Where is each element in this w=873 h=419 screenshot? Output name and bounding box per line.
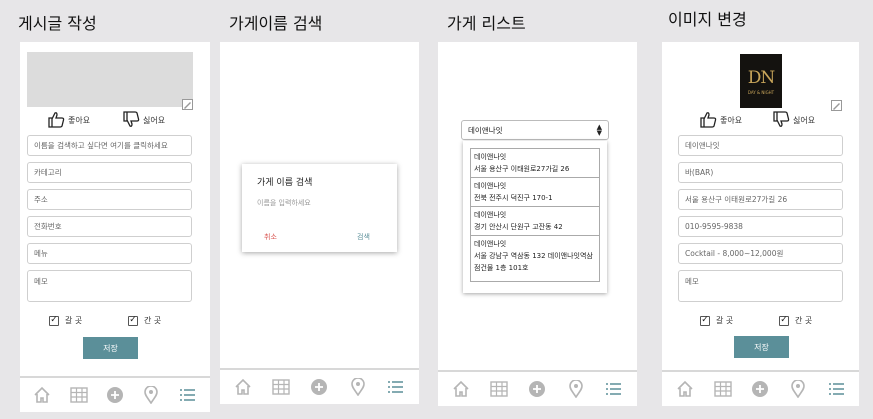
checkbox-want-to-go[interactable]: ✓ 갈 곳 bbox=[700, 315, 733, 326]
store-option[interactable]: 데이앤나잇 전북 전주시 덕진구 170-1 bbox=[471, 178, 599, 207]
select-arrows-icon: ▲ ▼ bbox=[596, 123, 602, 137]
add-icon[interactable] bbox=[308, 376, 330, 398]
list-screen: 데이앤나잇 ▲ ▼ 데이앤나잇 서울 용산구 이태원로27가길 26 데이앤나잇 … bbox=[438, 42, 637, 406]
memo-field[interactable]: 메모 bbox=[27, 270, 192, 302]
phone-field[interactable]: 010-9595-9838 bbox=[678, 216, 843, 237]
dislike-button[interactable]: 싫어요 bbox=[123, 111, 165, 130]
search-button[interactable]: 검색 bbox=[357, 232, 370, 242]
thumbs-down-icon bbox=[123, 111, 143, 130]
logo-text: DN bbox=[747, 67, 775, 88]
like-button[interactable]: 좋아요 bbox=[700, 111, 742, 130]
like-button[interactable]: 좋아요 bbox=[48, 111, 90, 130]
thumbs-up-icon bbox=[48, 111, 68, 130]
checkbox-label: 간 곳 bbox=[795, 316, 813, 325]
image-edit-screen: DN DAY & NIGHT 좋아요 싫어요 데이앤나잇 바(BAR) 서울 용… bbox=[662, 42, 859, 406]
grid-icon[interactable] bbox=[270, 376, 292, 398]
checkbox-label: 갈 곳 bbox=[65, 316, 83, 325]
list-icon[interactable] bbox=[603, 378, 625, 400]
store-option-address: 전북 전주시 덕진구 170-1 bbox=[474, 194, 553, 202]
dialog-title: 가게 이름 검색 bbox=[257, 178, 313, 188]
address-field[interactable]: 주소 bbox=[27, 189, 192, 210]
store-dropdown: 데이앤나잇 서울 용산구 이태원로27가길 26 데이앤나잇 전북 전주시 덕진… bbox=[463, 141, 607, 293]
map-pin-icon[interactable] bbox=[787, 378, 809, 400]
store-select[interactable]: 데이앤나잇 ▲ ▼ bbox=[461, 120, 609, 140]
store-option[interactable]: 데이앤나잇 경기 안산시 단원구 고잔동 42 bbox=[471, 207, 599, 236]
check-icon: ✓ bbox=[128, 315, 138, 326]
home-icon[interactable] bbox=[31, 384, 53, 406]
add-icon[interactable] bbox=[104, 384, 126, 406]
memo-field[interactable]: 메모 bbox=[678, 270, 843, 302]
name-input[interactable]: 이름을 입력하세요 bbox=[257, 198, 311, 208]
search-dialog: 가게 이름 검색 이름을 입력하세요 취소 검색 bbox=[242, 164, 397, 252]
list-icon[interactable] bbox=[177, 384, 199, 406]
edit-image-icon[interactable] bbox=[831, 96, 842, 115]
bottom-nav bbox=[20, 376, 210, 412]
category-field[interactable]: 바(BAR) bbox=[678, 162, 843, 183]
select-value: 데이앤나잇 bbox=[468, 125, 503, 135]
dislike-button[interactable]: 싫어요 bbox=[773, 111, 815, 130]
map-pin-icon[interactable] bbox=[565, 378, 587, 400]
menu-field[interactable]: Cocktail - 8,000~12,000원 bbox=[678, 243, 843, 264]
map-pin-icon[interactable] bbox=[140, 384, 162, 406]
screen-title-post: 게시글 작성 bbox=[18, 14, 97, 33]
edit-image-icon[interactable] bbox=[182, 95, 193, 114]
bottom-nav bbox=[662, 370, 859, 406]
checkbox-want-to-go[interactable]: ✓ 갈 곳 bbox=[49, 315, 82, 326]
map-pin-icon[interactable] bbox=[347, 376, 369, 398]
store-option-address: 서울 강남구 역삼동 132 데이앤나잇역삼점건물 1층 101호 bbox=[474, 252, 593, 272]
store-option-address: 경기 안산시 단원구 고잔동 42 bbox=[474, 223, 563, 231]
thumbs-down-icon bbox=[773, 111, 793, 130]
add-icon[interactable] bbox=[526, 378, 548, 400]
checkbox-visited[interactable]: ✓ 간 곳 bbox=[128, 315, 161, 326]
checkbox-label: 간 곳 bbox=[144, 316, 162, 325]
category-field[interactable]: 카테고리 bbox=[27, 162, 192, 183]
list-icon[interactable] bbox=[385, 376, 407, 398]
store-option-name: 데이앤나잇 bbox=[474, 182, 507, 190]
home-icon[interactable] bbox=[232, 376, 254, 398]
like-label: 좋아요 bbox=[720, 116, 743, 125]
check-icon: ✓ bbox=[49, 315, 59, 326]
screen-title-image: 이미지 변경 bbox=[668, 10, 747, 29]
menu-field[interactable]: 메뉴 bbox=[27, 243, 192, 264]
save-button[interactable]: 저장 bbox=[734, 336, 789, 358]
search-screen: 가게 이름 검색 이름을 입력하세요 취소 검색 bbox=[220, 42, 419, 404]
cancel-button[interactable]: 취소 bbox=[264, 232, 277, 242]
bottom-nav bbox=[438, 370, 637, 406]
post-screen: 좋아요 싫어요 이름을 검색하고 싶다면 여기를 클릭하세요 카테고리 주소 전… bbox=[20, 42, 210, 412]
check-icon: ✓ bbox=[779, 315, 789, 326]
store-option[interactable]: 데이앤나잇 서울 강남구 역삼동 132 데이앤나잇역삼점건물 1층 101호 bbox=[471, 236, 599, 276]
list-icon[interactable] bbox=[825, 378, 847, 400]
store-name-field[interactable]: 데이앤나잇 bbox=[678, 135, 843, 156]
dislike-label: 싫어요 bbox=[143, 116, 166, 125]
screen-title-search: 가게이름 검색 bbox=[229, 14, 323, 33]
bottom-nav bbox=[220, 368, 419, 404]
home-icon[interactable] bbox=[674, 378, 696, 400]
store-option-name: 데이앤나잇 bbox=[474, 240, 507, 248]
store-logo-image[interactable]: DN DAY & NIGHT bbox=[740, 54, 782, 108]
save-button[interactable]: 저장 bbox=[83, 337, 138, 359]
store-option[interactable]: 데이앤나잇 서울 용산구 이태원로27가길 26 bbox=[471, 149, 599, 178]
home-icon[interactable] bbox=[450, 378, 472, 400]
store-option-name: 데이앤나잇 bbox=[474, 211, 507, 219]
store-option-name: 데이앤나잇 bbox=[474, 153, 507, 161]
store-option-address: 서울 용산구 이태원로27가길 26 bbox=[474, 165, 570, 173]
image-placeholder[interactable] bbox=[27, 52, 193, 107]
grid-icon[interactable] bbox=[68, 384, 90, 406]
grid-icon[interactable] bbox=[488, 378, 510, 400]
like-label: 좋아요 bbox=[68, 116, 91, 125]
phone-field[interactable]: 전화번호 bbox=[27, 216, 192, 237]
dislike-label: 싫어요 bbox=[793, 116, 816, 125]
checkbox-visited[interactable]: ✓ 간 곳 bbox=[779, 315, 812, 326]
check-icon: ✓ bbox=[700, 315, 710, 326]
thumbs-up-icon bbox=[700, 111, 720, 130]
name-search-field[interactable]: 이름을 검색하고 싶다면 여기를 클릭하세요 bbox=[27, 135, 192, 156]
logo-subtext: DAY & NIGHT bbox=[747, 89, 775, 95]
add-icon[interactable] bbox=[749, 378, 771, 400]
checkbox-label: 갈 곳 bbox=[716, 316, 734, 325]
address-field[interactable]: 서울 용산구 이태원로27가길 26 bbox=[678, 189, 843, 210]
screen-title-list: 가게 리스트 bbox=[447, 14, 526, 33]
grid-icon[interactable] bbox=[712, 378, 734, 400]
